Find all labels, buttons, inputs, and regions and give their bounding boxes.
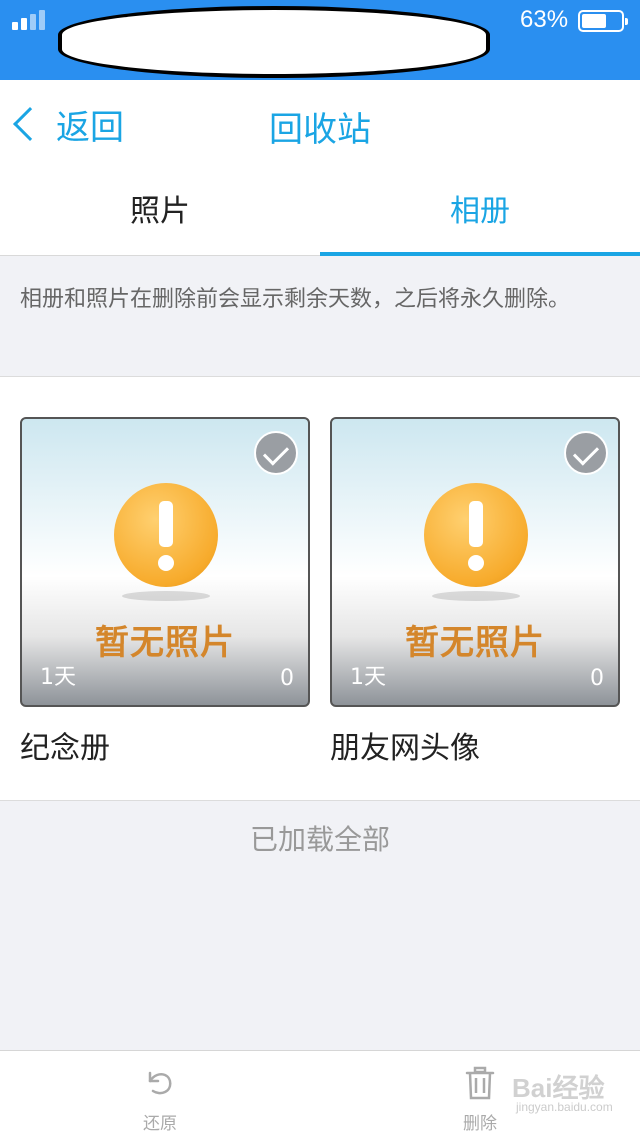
status-bar: 63% bbox=[0, 0, 640, 80]
nav-bar: 返回 回收站 bbox=[0, 80, 640, 170]
album-name: 朋友网头像 bbox=[330, 731, 480, 766]
delete-label: 删除 bbox=[463, 1114, 497, 1134]
album-card[interactable]: 暂无照片 1天 0 bbox=[20, 417, 310, 707]
empty-cover-text: 暂无照片 bbox=[95, 623, 235, 663]
page-title: 回收站 bbox=[269, 110, 371, 150]
album-card[interactable]: 暂无照片 1天 0 bbox=[330, 417, 620, 707]
trash-icon bbox=[465, 1066, 495, 1100]
checkmark-icon[interactable] bbox=[564, 431, 608, 475]
photo-count: 0 bbox=[280, 666, 294, 691]
exclamation-icon bbox=[424, 483, 528, 587]
days-remaining: 1天 bbox=[40, 665, 76, 690]
tab-bar: 照片 相册 bbox=[0, 170, 640, 256]
signal-icon bbox=[12, 10, 45, 30]
delete-button[interactable]: 删除 bbox=[420, 1065, 540, 1134]
bottom-toolbar: 还原 删除 bbox=[0, 1050, 640, 1136]
tab-albums[interactable]: 相册 bbox=[320, 170, 640, 256]
album-grid: 暂无照片 1天 0 纪念册 暂无照片 1天 0 朋友网头像 bbox=[0, 377, 640, 801]
battery-percentage: 63% bbox=[520, 6, 569, 33]
album-name: 纪念册 bbox=[20, 731, 110, 766]
days-remaining: 1天 bbox=[350, 665, 386, 690]
info-text: 相册和照片在删除前会显示剩余天数，之后将永久删除。 bbox=[20, 287, 571, 312]
undo-icon bbox=[148, 1071, 172, 1095]
battery-icon bbox=[578, 10, 628, 32]
photo-count: 0 bbox=[590, 666, 604, 691]
exclamation-icon bbox=[114, 483, 218, 587]
redaction-mask bbox=[58, 6, 490, 78]
restore-button[interactable]: 还原 bbox=[100, 1065, 220, 1134]
tab-photos[interactable]: 照片 bbox=[0, 170, 320, 255]
checkmark-icon[interactable] bbox=[254, 431, 298, 475]
restore-label: 还原 bbox=[143, 1114, 177, 1134]
empty-cover-text: 暂无照片 bbox=[405, 623, 545, 663]
loaded-all-text: 已加载全部 bbox=[249, 823, 390, 856]
